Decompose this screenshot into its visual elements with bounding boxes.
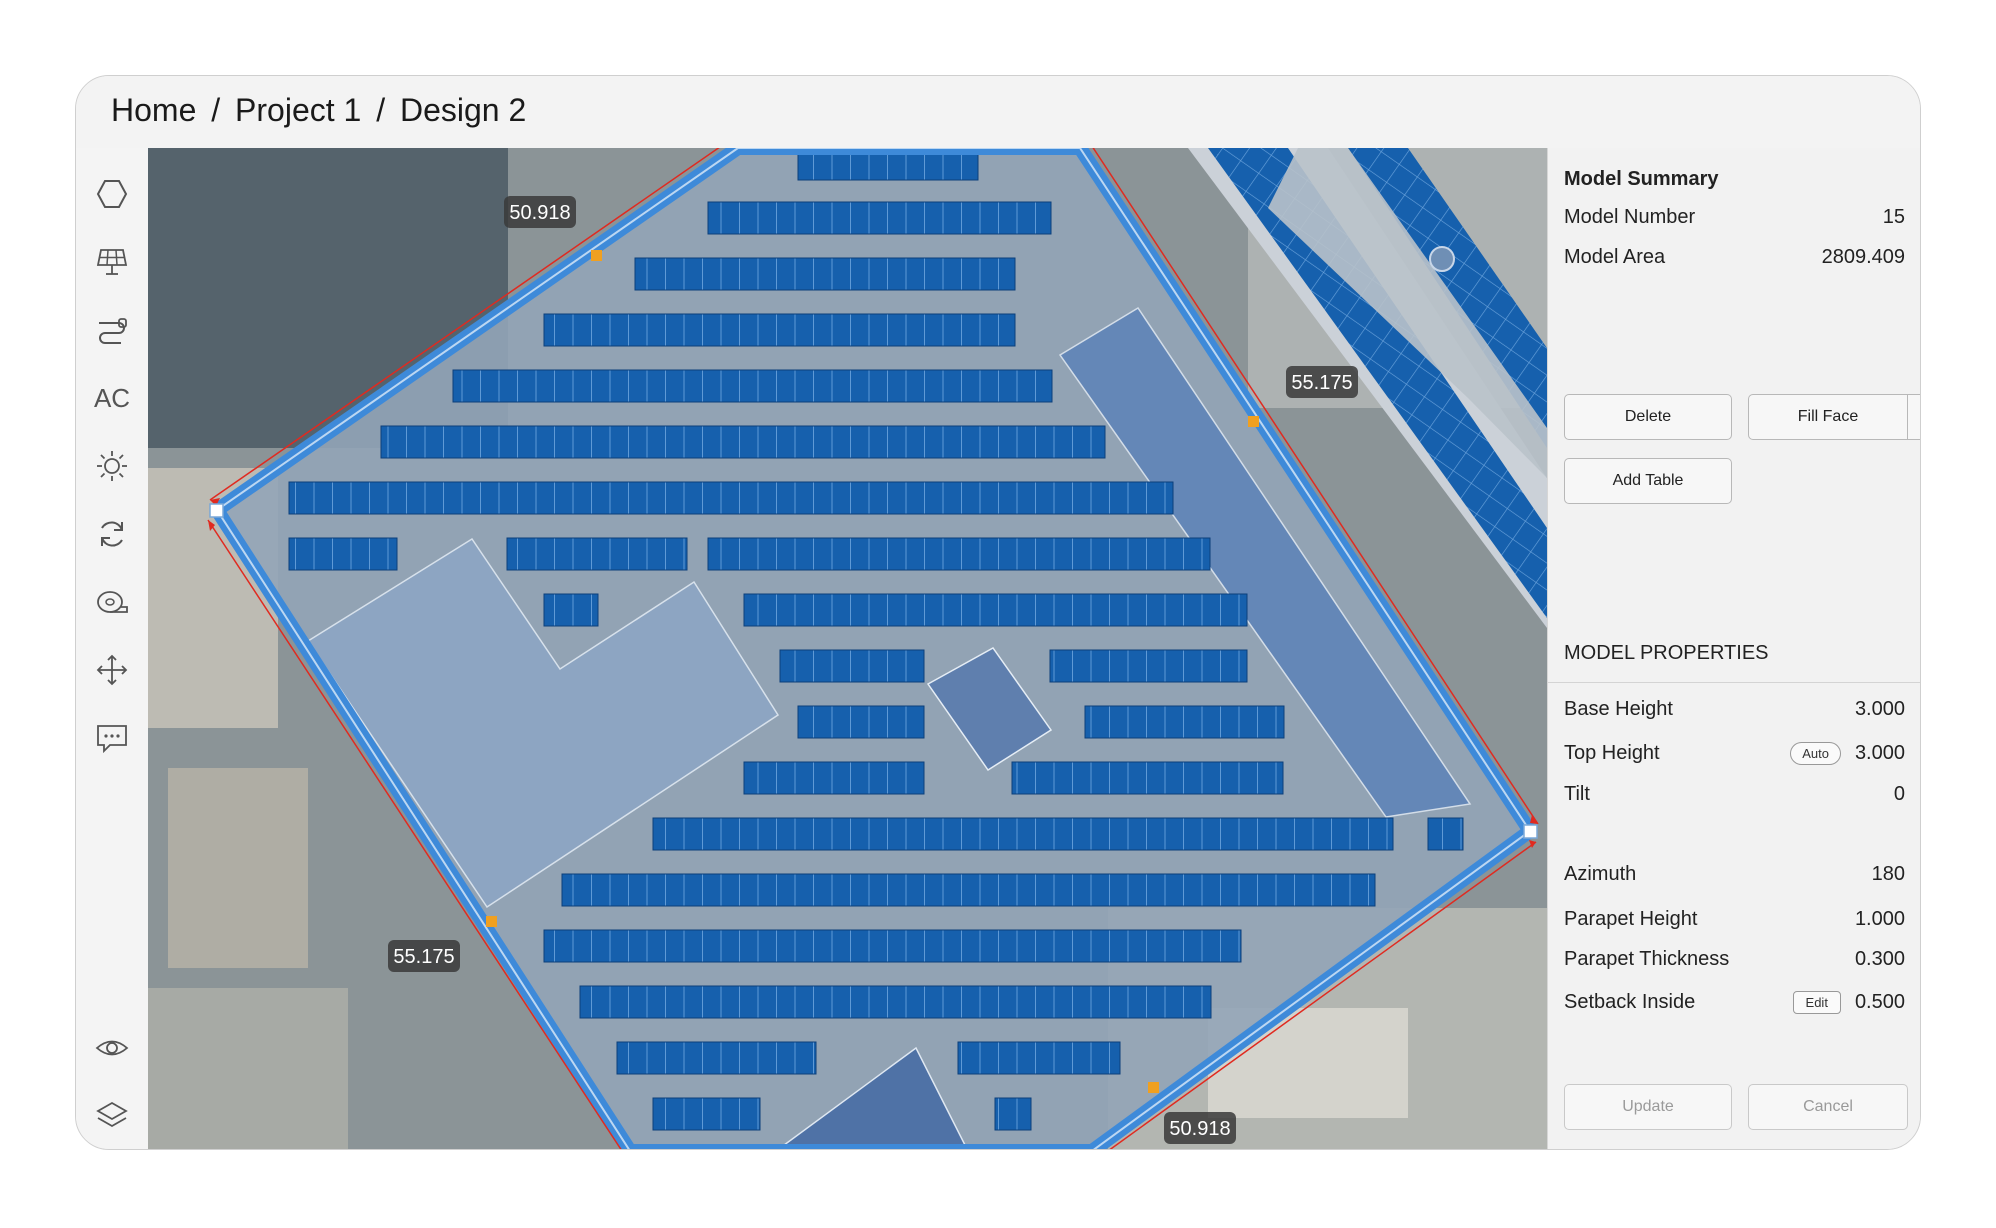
layers-icon (96, 1101, 128, 1128)
move-icon (96, 654, 128, 686)
fill-face-button[interactable]: Fill Face (1748, 394, 1908, 440)
model-number-row: Model Number 15 (1564, 206, 1905, 229)
tilt-label: Tilt (1564, 783, 1590, 805)
solar-panel-tool-button[interactable] (90, 240, 134, 284)
title-bar: Home / Project 1 / Design 2 (76, 76, 1920, 149)
left-toolbar: AC (76, 148, 149, 1149)
parapet-thickness-label: Parapet Thickness (1564, 948, 1730, 970)
app-window: Home / Project 1 / Design 2 AC 50.918 55… (75, 75, 1921, 1150)
dimension-label-top-right: 55.175 (1286, 366, 1358, 398)
cancel-button[interactable]: Cancel (1748, 1084, 1908, 1130)
move-tool-button[interactable] (90, 648, 134, 692)
measure-tool-button[interactable] (90, 580, 134, 624)
comment-tool-button[interactable] (90, 716, 134, 760)
visibility-toggle-button[interactable] (90, 1026, 134, 1070)
comment-icon (97, 725, 127, 754)
properties-panel: Model Summary Model Number 15 Model Area… (1547, 148, 1920, 1149)
breadcrumb-home[interactable]: Home (111, 92, 196, 128)
delete-button[interactable]: Delete (1564, 394, 1732, 440)
top-height-value[interactable]: 3.000 (1855, 742, 1905, 765)
base-height-row: Base Height 3.000 (1564, 698, 1905, 721)
eye-icon (95, 1040, 129, 1056)
svg-text:50.918: 50.918 (509, 202, 570, 224)
polygon-tool-button[interactable] (90, 172, 134, 216)
tilt-value[interactable]: 0 (1894, 783, 1905, 806)
azimuth-label: Azimuth (1564, 863, 1637, 885)
dimension-label-bottom-right: 50.918 (1164, 1112, 1236, 1144)
breadcrumb-separator: / (211, 92, 221, 128)
polygon-icon (96, 180, 128, 208)
layers-button[interactable] (90, 1094, 134, 1138)
divider (1548, 682, 1920, 683)
top-height-auto-toggle[interactable]: Auto (1790, 742, 1841, 765)
update-button[interactable]: Update (1564, 1084, 1732, 1130)
setback-inside-row: Setback Inside Edit 0.500 (1564, 991, 1905, 1014)
parapet-height-label: Parapet Height (1564, 908, 1698, 930)
fill-face-settings-button[interactable] (1907, 394, 1921, 440)
parapet-thickness-value[interactable]: 0.300 (1855, 948, 1905, 971)
gear-icon (1920, 406, 1921, 428)
model-area-row: Model Area 2809.409 (1564, 246, 1905, 269)
ac-tool-button[interactable]: AC (90, 376, 134, 420)
map-view[interactable]: 50.918 55.175 55.175 50.918 (148, 148, 1547, 1149)
wiring-icon (99, 318, 127, 344)
base-height-label: Base Height (1564, 698, 1673, 720)
top-height-label: Top Height (1564, 742, 1660, 764)
breadcrumb: Home / Project 1 / Design 2 (111, 92, 532, 129)
setback-edit-button[interactable]: Edit (1792, 991, 1841, 1014)
breadcrumb-separator: / (376, 92, 386, 128)
parapet-thickness-row: Parapet Thickness 0.300 (1564, 948, 1905, 971)
tilt-row: Tilt 0 (1564, 783, 1905, 806)
refresh-tool-button[interactable] (90, 512, 134, 556)
model-properties-title: MODEL PROPERTIES (1564, 642, 1769, 664)
sun-tool-button[interactable] (90, 444, 134, 488)
tape-measure-icon (97, 591, 128, 613)
wiring-tool-button[interactable] (90, 308, 134, 352)
model-number-value: 15 (1882, 206, 1905, 228)
sun-icon (97, 451, 127, 481)
model-summary-title: Model Summary (1564, 168, 1719, 190)
model-area-label: Model Area (1564, 246, 1666, 268)
setback-inside-label: Setback Inside (1564, 991, 1696, 1013)
azimuth-value[interactable]: 180 (1872, 863, 1905, 886)
azimuth-row: Azimuth 180 (1564, 863, 1905, 886)
dimension-label-bottom-left: 55.175 (388, 940, 460, 972)
base-height-value[interactable]: 3.000 (1855, 698, 1905, 721)
solar-panel-icon (96, 249, 128, 275)
map-canvas[interactable]: 50.918 55.175 55.175 50.918 (148, 148, 1547, 1149)
svg-text:55.175: 55.175 (1291, 372, 1352, 394)
model-area-value: 2809.409 (1821, 246, 1905, 268)
svg-text:55.175: 55.175 (393, 946, 454, 968)
add-table-button[interactable]: Add Table (1564, 458, 1732, 504)
top-height-row: Top Height Auto 3.000 (1564, 742, 1905, 765)
dimension-label-top-left: 50.918 (504, 196, 576, 228)
breadcrumb-project[interactable]: Project 1 (235, 92, 361, 128)
breadcrumb-design: Design 2 (399, 92, 527, 128)
refresh-icon (101, 521, 123, 547)
parapet-height-row: Parapet Height 1.000 (1564, 908, 1905, 931)
svg-text:50.918: 50.918 (1169, 1118, 1230, 1140)
setback-inside-value[interactable]: 0.500 (1855, 991, 1905, 1014)
parapet-height-value[interactable]: 1.000 (1855, 908, 1905, 931)
ac-icon: AC (93, 382, 131, 413)
model-number-label: Model Number (1564, 206, 1696, 228)
